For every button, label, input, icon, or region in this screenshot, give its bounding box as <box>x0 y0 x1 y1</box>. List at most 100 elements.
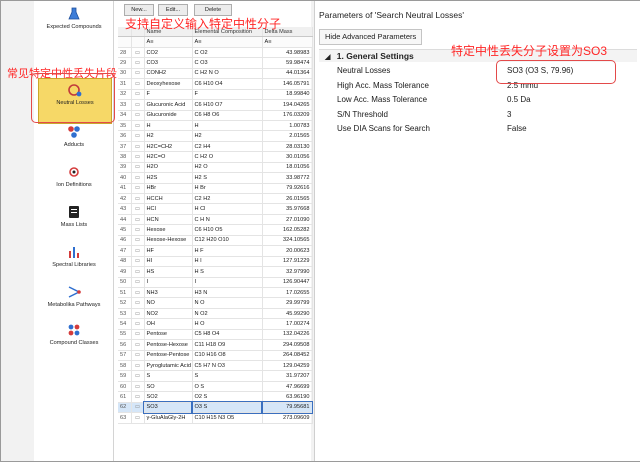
row-composition: H I <box>192 256 263 268</box>
row-composition: C6 H8 O6 <box>192 110 263 121</box>
row-checkbox[interactable]: ▭ <box>131 68 145 80</box>
table-row[interactable]: 59 ▭ S S 31.97207 <box>118 370 313 382</box>
table-row[interactable]: 48 ▭ HI H I 127.91229 <box>118 256 313 268</box>
nav-adducts[interactable]: Adducts <box>38 121 110 165</box>
hide-advanced-parameters-button[interactable]: Hide Advanced Parameters <box>319 29 423 45</box>
table-row[interactable]: 58 ▭ Pyroglutamic Acid C5 H7 N O3 129.04259 <box>118 360 313 372</box>
table-row[interactable]: 63 ▭ γ-GluAlaGly-2H C10 H15 N3 O5 273.09609 <box>118 412 313 424</box>
row-checkbox[interactable]: ▭ <box>131 412 145 424</box>
table-row[interactable]: 45 ▭ Hexose C6 H10 O5 162.05282 <box>118 224 313 236</box>
row-checkbox[interactable]: ▭ <box>131 162 145 174</box>
row-checkbox[interactable]: ▭ <box>131 256 145 268</box>
row-checkbox[interactable]: ▭ <box>131 110 145 121</box>
filter-mass[interactable]: A≡ <box>262 36 313 48</box>
row-checkbox[interactable]: ▭ <box>131 360 145 372</box>
table-row[interactable]: 55 ▭ Pentose C5 H8 O4 132.04226 <box>118 329 313 341</box>
row-checkbox[interactable]: ▭ <box>131 120 145 132</box>
table-row[interactable]: 53 ▭ NO2 N O2 45.99290 <box>118 308 313 320</box>
table-row[interactable]: 43 ▭ HCl H Cl 35.97668 <box>118 203 313 215</box>
table-row[interactable]: 38 ▭ H2C=O C H2 O 30.01056 <box>118 151 313 163</box>
row-index: 34 <box>118 110 132 121</box>
row-checkbox[interactable]: ▭ <box>131 350 145 362</box>
table-row[interactable]: 32 ▭ F F 18.99840 <box>118 89 313 101</box>
table-row[interactable]: 49 ▭ HS H S 32.97990 <box>118 266 313 278</box>
row-checkbox[interactable]: ▭ <box>131 203 145 215</box>
table-row[interactable]: 33 ▭ Glucuronic Acid C6 H10 O7 194.04265 <box>118 99 313 111</box>
table-row[interactable]: 41 ▭ HBr H Br 79.92616 <box>118 183 313 195</box>
row-checkbox[interactable]: ▭ <box>131 297 145 309</box>
parameter-row[interactable]: S/N Threshold 3 <box>337 108 635 121</box>
row-composition: C H2 N O <box>192 68 263 80</box>
row-checkbox[interactable]: ▭ <box>131 308 145 320</box>
row-checkbox[interactable]: ▭ <box>131 47 145 59</box>
table-row[interactable]: 42 ▭ HCCH C2 H2 26.01565 <box>118 193 313 205</box>
row-checkbox[interactable]: ▭ <box>131 402 145 414</box>
table-row[interactable]: 39 ▭ H2O H2 O 18.01056 <box>118 162 313 174</box>
row-composition: F <box>192 89 263 101</box>
row-index: 40 <box>118 172 132 184</box>
row-name: Glucuronic Acid <box>144 99 193 111</box>
table-row[interactable]: 56 ▭ Pentose-Hexose C11 H18 O9 294.09508 <box>118 339 313 351</box>
table-row[interactable]: 34 ▭ Glucuronide C6 H8 O6 176.03209 <box>118 110 313 121</box>
row-checkbox[interactable]: ▭ <box>131 329 145 341</box>
row-checkbox[interactable]: ▭ <box>131 245 145 257</box>
row-checkbox[interactable]: ▭ <box>131 130 145 142</box>
parameter-value[interactable]: 0.5 Da <box>507 93 531 106</box>
row-checkbox[interactable]: ▭ <box>131 78 145 90</box>
parameter-row[interactable]: Low Acc. Mass Tolerance 0.5 Da <box>337 93 635 106</box>
row-checkbox[interactable]: ▭ <box>131 89 145 101</box>
nav-compound-classes[interactable]: Compound Classes <box>38 319 110 363</box>
row-checkbox[interactable]: ▭ <box>131 183 145 195</box>
table-row[interactable]: 46 ▭ Hexose-Hexose C12 H20 O10 324.10565 <box>118 235 313 247</box>
nav-ion-definitions[interactable]: Ion Definitions <box>38 161 110 205</box>
row-checkbox[interactable]: ▭ <box>131 151 145 163</box>
table-row[interactable]: 37 ▭ H2C=CH2 C2 H4 28.03130 <box>118 141 313 153</box>
row-checkbox[interactable]: ▭ <box>131 391 145 403</box>
row-checkbox[interactable]: ▭ <box>131 224 145 236</box>
row-checkbox[interactable]: ▭ <box>131 193 145 205</box>
row-checkbox[interactable]: ▭ <box>131 318 145 330</box>
parameter-value[interactable]: False <box>507 122 527 135</box>
row-checkbox[interactable]: ▭ <box>131 172 145 184</box>
row-delta-mass: 1.00783 <box>262 120 313 132</box>
row-checkbox[interactable]: ▭ <box>131 99 145 111</box>
parameter-row[interactable]: Use DIA Scans for Search False <box>337 122 635 135</box>
table-row[interactable]: 40 ▭ H2S H2 S 33.98772 <box>118 172 313 184</box>
table-row[interactable]: 44 ▭ HCN C H N 27.01090 <box>118 214 313 226</box>
row-checkbox[interactable]: ▭ <box>131 141 145 153</box>
table-row[interactable]: 52 ▭ NO N O 29.99799 <box>118 297 313 309</box>
row-composition: N O <box>192 297 263 309</box>
row-checkbox[interactable]: ▭ <box>131 277 145 288</box>
row-checkbox[interactable]: ▭ <box>131 370 145 382</box>
filter-composition[interactable]: A≡ <box>192 36 263 48</box>
row-checkbox[interactable]: ▭ <box>131 57 145 69</box>
row-checkbox[interactable]: ▭ <box>131 235 145 247</box>
row-checkbox[interactable]: ▭ <box>131 214 145 226</box>
nav-spectral-libraries[interactable]: Spectral Libraries <box>38 241 110 285</box>
filter-name[interactable]: A≡ <box>144 36 193 48</box>
nav-mass-lists[interactable]: Mass Lists <box>38 201 110 245</box>
table-row[interactable]: 47 ▭ HF H F 20.00623 <box>118 245 313 257</box>
table-row[interactable]: 51 ▭ NH3 H3 N 17.02655 <box>118 287 313 299</box>
row-checkbox[interactable]: ▭ <box>131 339 145 351</box>
table-row[interactable]: 31 ▭ Deoxyhexose C6 H10 O4 146.05791 <box>118 78 313 90</box>
table-row[interactable]: 50 ▭ I I 126.90447 <box>118 277 313 288</box>
table-row[interactable]: 62 ▭ SO3 O3 S 79.95681 <box>118 401 313 414</box>
table-row[interactable]: 30 ▭ CONH2 C H2 N O 44.01364 <box>118 68 313 80</box>
row-checkbox[interactable]: ▭ <box>131 266 145 278</box>
row-composition: C10 H15 N3 O5 <box>192 412 263 424</box>
row-checkbox[interactable]: ▭ <box>131 381 145 393</box>
row-checkbox[interactable]: ▭ <box>131 287 145 299</box>
row-composition: C O3 <box>192 57 263 69</box>
table-row[interactable]: 29 ▭ CO3 C O3 59.98474 <box>118 57 313 69</box>
table-row[interactable]: 54 ▭ OH H O 17.00274 <box>118 318 313 330</box>
table-row[interactable]: 28 ▭ CO2 C O2 43.98983 <box>118 47 313 59</box>
table-row[interactable]: 35 ▭ H H 1.00783 <box>118 120 313 132</box>
table-row[interactable]: 57 ▭ Pentose-Pentose C10 H16 O8 264.08452 <box>118 350 313 362</box>
row-delta-mass: 33.98772 <box>262 172 313 184</box>
parameter-value[interactable]: 3 <box>507 108 511 121</box>
table-row[interactable]: 61 ▭ SO2 O2 S 63.96190 <box>118 391 313 403</box>
table-row[interactable]: 36 ▭ H2 H2 2.01565 <box>118 130 313 142</box>
nav-expected-compounds[interactable]: Expected Compounds <box>38 3 110 47</box>
table-row[interactable]: 60 ▭ SO O S 47.96699 <box>118 381 313 393</box>
